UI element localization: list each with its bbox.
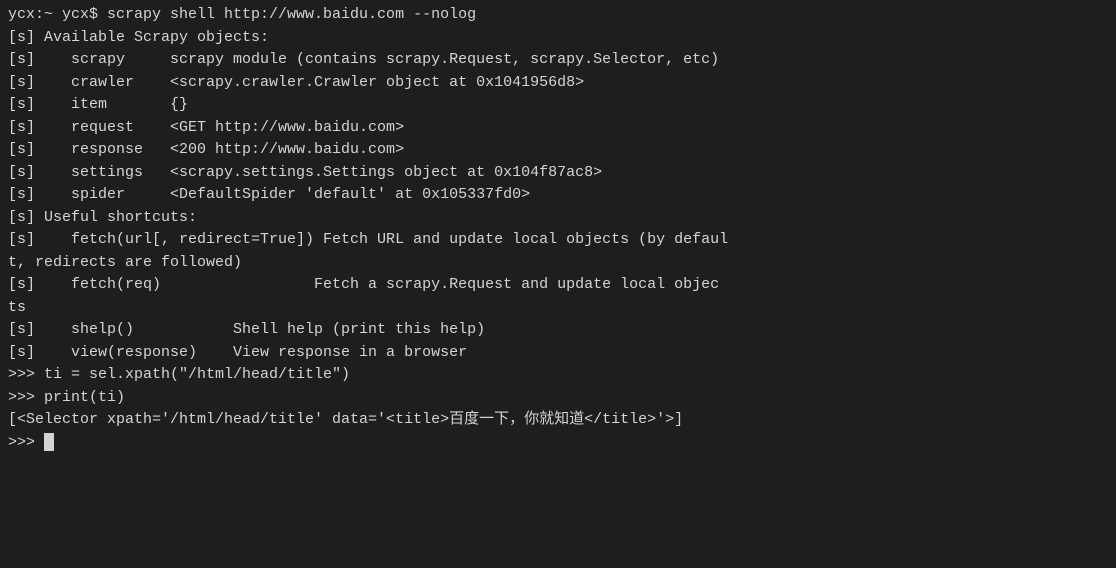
cursor-block [44,433,54,451]
output-line-2: [s] scrapy scrapy module (contains scrap… [8,49,1108,72]
output-line-1: [s] Available Scrapy objects: [8,27,1108,50]
output-line-7: [s] settings <scrapy.settings.Settings o… [8,162,1108,185]
output-line-6: [s] response <200 http://www.baidu.com> [8,139,1108,162]
output-line-10: [s] fetch(url[, redirect=True]) Fetch UR… [8,229,1108,252]
selector-output: [<Selector xpath='/html/head/title' data… [8,409,1108,432]
command-line: ycx:~ ycx$ scrapy shell http://www.baidu… [8,4,1108,27]
output-line-12: [s] fetch(req) Fetch a scrapy.Request an… [8,274,1108,297]
output-line-3: [s] crawler <scrapy.crawler.Crawler obje… [8,72,1108,95]
terminal-window[interactable]: ycx:~ ycx$ scrapy shell http://www.baidu… [0,0,1116,568]
prompt-text: >>> [8,434,44,451]
output-line-13: ts [8,297,1108,320]
output-line-5: [s] request <GET http://www.baidu.com> [8,117,1108,140]
output-line-8: [s] spider <DefaultSpider 'default' at 0… [8,184,1108,207]
repl-line-1: >>> ti = sel.xpath("/html/head/title") [8,364,1108,387]
output-line-11: t, redirects are followed) [8,252,1108,275]
output-line-15: [s] view(response) View response in a br… [8,342,1108,365]
output-line-9: [s] Useful shortcuts: [8,207,1108,230]
output-line-14: [s] shelp() Shell help (print this help) [8,319,1108,342]
output-line-4: [s] item {} [8,94,1108,117]
repl-line-2: >>> print(ti) [8,387,1108,410]
repl-prompt[interactable]: >>> [8,432,1108,455]
